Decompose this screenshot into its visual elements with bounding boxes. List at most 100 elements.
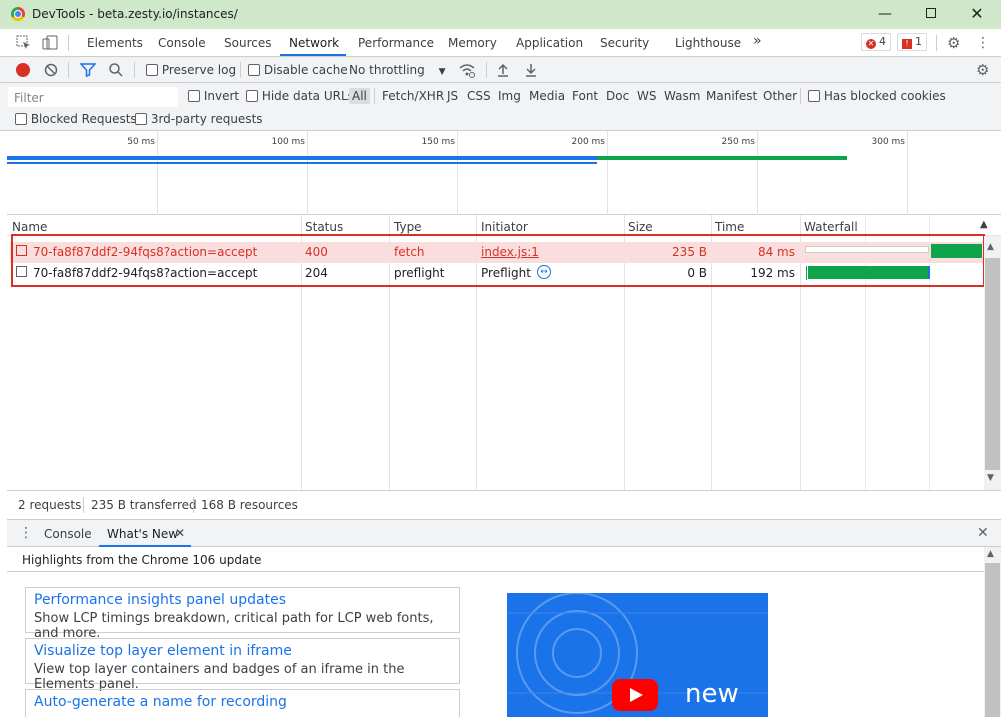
tab-security[interactable]: Security (600, 36, 649, 50)
filter-type-font[interactable]: Font (572, 89, 598, 103)
error-icon: ✕ (866, 39, 876, 49)
export-har-icon[interactable] (524, 62, 538, 78)
more-tabs-button[interactable]: » (753, 33, 762, 49)
tab-application[interactable]: Application (516, 36, 583, 50)
close-drawer-icon[interactable]: ✕ (977, 525, 989, 541)
filter-type-other[interactable]: Other (763, 89, 797, 103)
devtools-tabs-bar: Elements Console Sources Network Perform… (0, 29, 1001, 57)
issues-count: 1 (915, 35, 922, 48)
overview-bar-fetch (597, 156, 847, 160)
whats-new-video-thumbnail[interactable]: new (507, 593, 768, 717)
feature-card[interactable]: Auto-generate a name for recording (25, 689, 460, 717)
active-tab-indicator (280, 54, 346, 56)
filter-type-wasm[interactable]: Wasm (664, 89, 700, 103)
drawer-scrollbar-thumb[interactable] (985, 563, 1000, 717)
scroll-down-arrow-icon[interactable]: ▼ (987, 473, 994, 483)
whats-new-headline: Highlights from the Chrome 106 update (22, 553, 262, 567)
issues-badge[interactable]: ! 1 (897, 33, 927, 51)
column-header-status[interactable]: Status (305, 220, 343, 234)
column-header-time[interactable]: Time (715, 220, 744, 234)
close-tab-icon[interactable]: ✕ (175, 526, 185, 540)
close-window-button[interactable]: ✕ (967, 4, 987, 24)
network-toolbar: Preserve log Disable cache No throttling… (0, 57, 1001, 83)
more-options-icon[interactable]: ⋮ (975, 35, 991, 51)
filter-input[interactable]: Filter (8, 87, 178, 107)
requests-table: Name Status Type Initiator Size Time Wat… (7, 215, 1001, 490)
drawer-scroll-up-arrow-icon[interactable]: ▲ (987, 549, 994, 559)
preserve-log-checkbox[interactable]: Preserve log (146, 63, 236, 77)
feature-card-title[interactable]: Auto-generate a name for recording (34, 694, 451, 710)
chrome-logo-icon (11, 7, 25, 21)
tab-memory[interactable]: Memory (448, 36, 497, 50)
feature-card[interactable]: Visualize top layer element in iframe Vi… (25, 638, 460, 692)
feature-card-title[interactable]: Visualize top layer element in iframe (34, 643, 451, 659)
filter-type-manifest[interactable]: Manifest (706, 89, 757, 103)
search-icon[interactable] (108, 62, 124, 78)
overview-timeline[interactable]: 50 ms 100 ms 150 ms 200 ms 250 ms 300 ms (7, 131, 1001, 215)
inspect-element-icon[interactable] (16, 35, 32, 51)
resources-size: 168 B resources (201, 498, 298, 512)
column-header-type[interactable]: Type (394, 220, 422, 234)
tab-lighthouse[interactable]: Lighthouse (675, 36, 741, 50)
record-icon[interactable] (16, 63, 30, 77)
has-blocked-cookies-checkbox[interactable]: Has blocked cookies (808, 89, 946, 103)
overview-tick-label: 200 ms (571, 137, 606, 147)
sort-arrow-icon[interactable]: ▲ (980, 219, 988, 230)
youtube-play-icon[interactable] (612, 679, 658, 711)
settings-gear-icon[interactable]: ⚙ (947, 35, 963, 51)
overview-tick-label: 100 ms (271, 137, 306, 147)
tab-sources[interactable]: Sources (224, 36, 271, 50)
filter-type-ws[interactable]: WS (637, 89, 656, 103)
hide-data-urls-checkbox[interactable]: Hide data URLs (246, 89, 354, 103)
feature-card-desc: View top layer containers and badges of … (34, 662, 405, 692)
title-bar: DevTools - beta.zesty.io/instances/ — ✕ (0, 0, 1001, 29)
clear-icon[interactable] (44, 63, 58, 77)
window-title: DevTools - beta.zesty.io/instances/ (32, 7, 238, 21)
column-header-size[interactable]: Size (628, 220, 653, 234)
feature-card[interactable]: Performance insights panel updates Show … (25, 587, 460, 641)
filter-type-img[interactable]: Img (498, 89, 521, 103)
filter-icon[interactable] (79, 63, 97, 78)
request-count: 2 requests (18, 498, 82, 512)
overview-bar-line (7, 162, 597, 164)
throttling-select[interactable]: No throttling ▼ (349, 63, 446, 77)
column-header-initiator[interactable]: Initiator (481, 220, 528, 234)
network-conditions-icon[interactable] (458, 61, 476, 79)
errors-count: 4 (879, 35, 886, 48)
column-header-name[interactable]: Name (12, 220, 47, 234)
overview-tick-label: 150 ms (421, 137, 456, 147)
scroll-up-arrow-icon[interactable]: ▲ (987, 242, 994, 252)
tab-elements[interactable]: Elements (87, 36, 143, 50)
drawer-tab-console[interactable]: Console (44, 527, 92, 541)
third-party-requests-checkbox[interactable]: 3rd-party requests (135, 112, 263, 126)
table-scrollbar-thumb[interactable] (985, 258, 1000, 470)
feature-card-title[interactable]: Performance insights panel updates (34, 592, 451, 608)
tab-network[interactable]: Network (289, 36, 339, 50)
device-toolbar-icon[interactable] (42, 35, 58, 51)
invert-checkbox[interactable]: Invert (188, 89, 239, 103)
maximize-button[interactable] (921, 4, 941, 24)
minimize-button[interactable]: — (875, 4, 895, 24)
disable-cache-checkbox[interactable]: Disable cache (248, 63, 348, 77)
filter-type-js[interactable]: JS (447, 89, 458, 103)
errors-badge[interactable]: ✕ 4 (861, 33, 891, 51)
drawer-tabs-bar: ⋮ Console What's New ✕ ✕ (7, 519, 1001, 547)
filter-type-doc[interactable]: Doc (606, 89, 629, 103)
blocked-requests-checkbox[interactable]: Blocked Requests (15, 112, 137, 126)
issue-icon: ! (902, 39, 912, 49)
filter-type-fetch-xhr[interactable]: Fetch/XHR (382, 89, 444, 103)
drawer-menu-icon[interactable]: ⋮ (19, 525, 33, 541)
tab-console[interactable]: Console (158, 36, 206, 50)
tab-performance[interactable]: Performance (358, 36, 434, 50)
filter-bar: Filter Invert Hide data URLs All Fetch/X… (0, 83, 1001, 131)
network-settings-gear-icon[interactable]: ⚙ (976, 62, 992, 78)
promo-new-text: new (685, 679, 739, 709)
filter-type-all[interactable]: All (349, 88, 370, 104)
drawer-tab-whats-new[interactable]: What's New (107, 527, 178, 541)
filter-type-css[interactable]: CSS (467, 89, 491, 103)
import-har-icon[interactable] (496, 62, 510, 78)
filter-type-media[interactable]: Media (529, 89, 565, 103)
overview-tick-label: 300 ms (871, 137, 906, 147)
status-bar: 2 requests 235 B transferred 168 B resou… (7, 490, 1001, 518)
column-header-waterfall[interactable]: Waterfall (804, 220, 858, 234)
